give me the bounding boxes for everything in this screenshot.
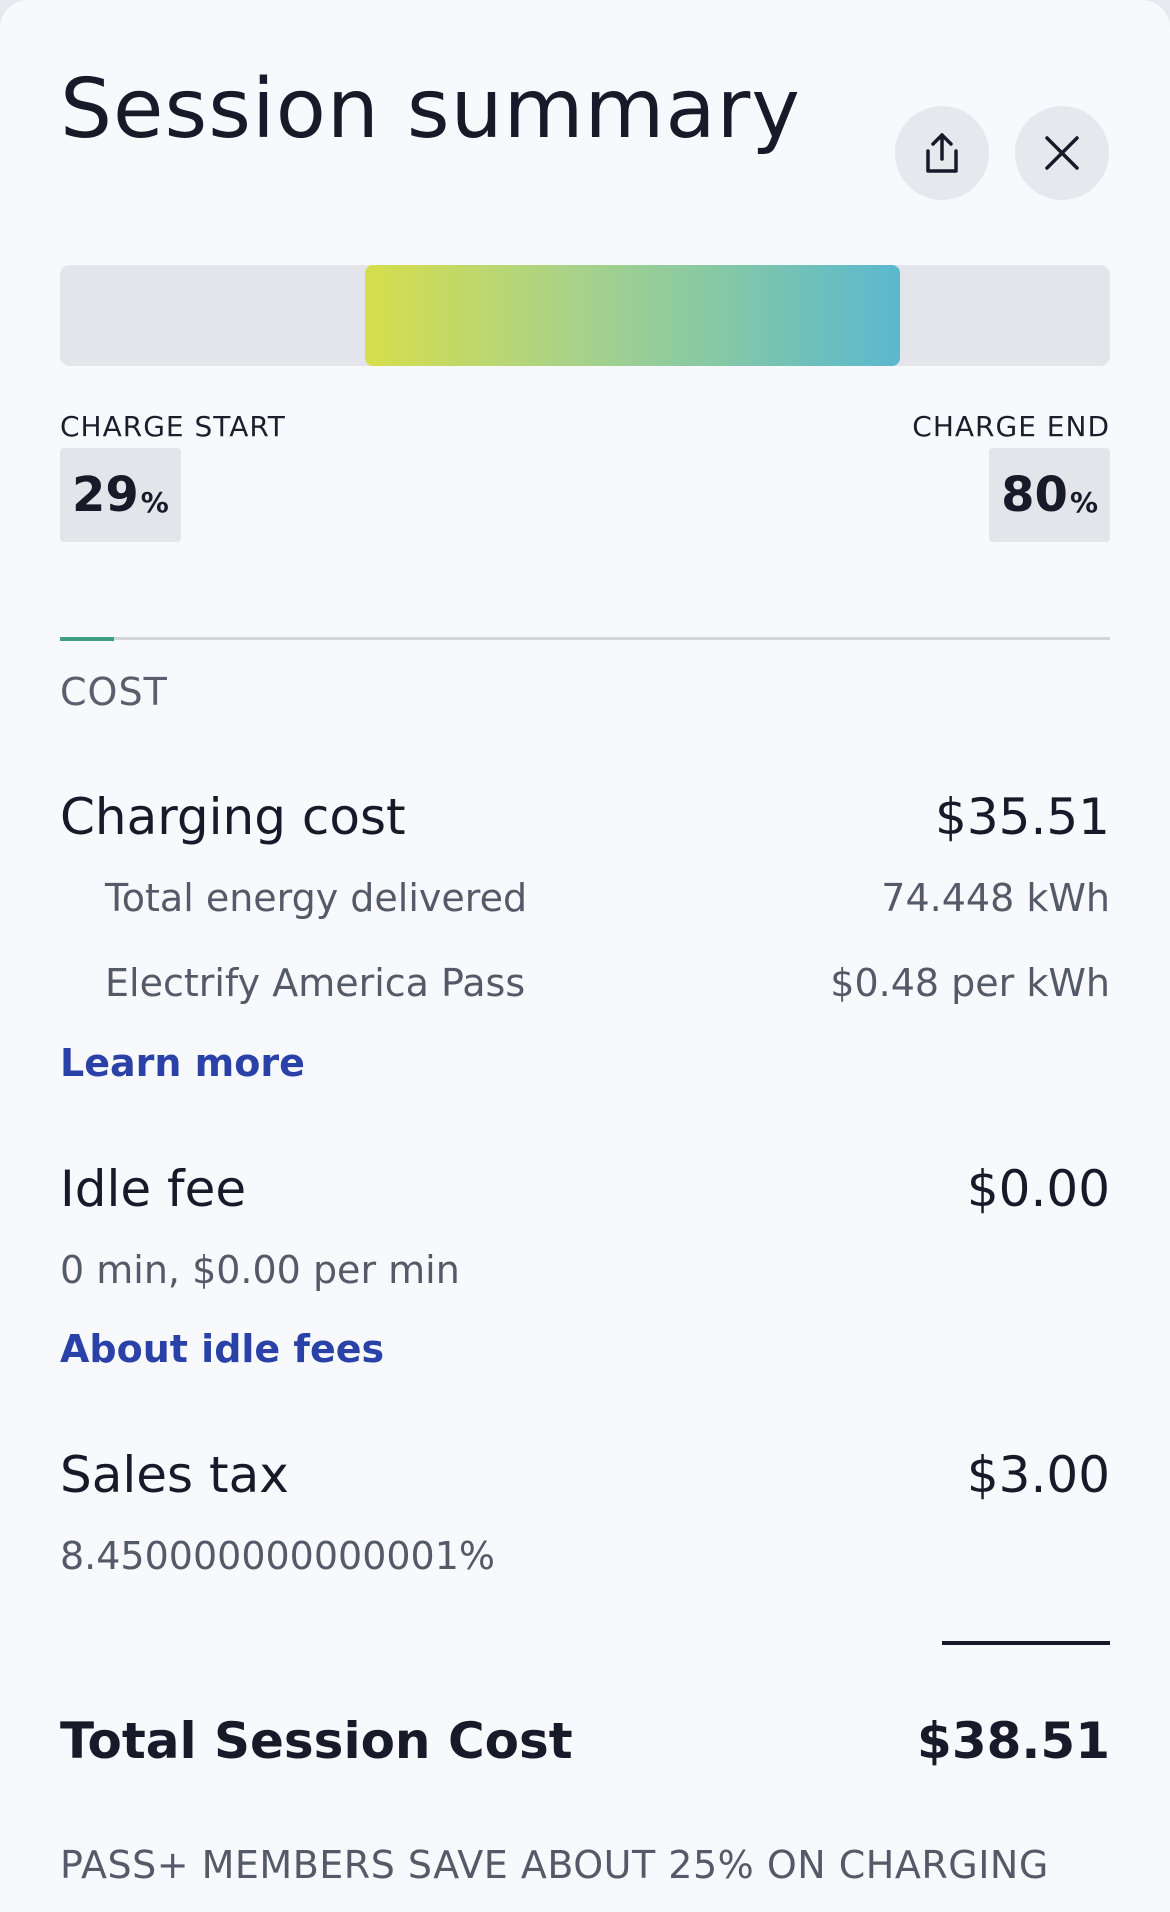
session-summary-sheet: Session summary CHARGE START CHARGE END … [0,0,1170,1912]
pricing-plan-value: $0.48 per kWh [830,961,1110,1005]
learn-more-link[interactable]: Learn more [60,1041,305,1085]
idle-fee-value: $0.00 [966,1160,1110,1218]
close-button[interactable] [1015,106,1109,200]
sales-tax-value: $3.00 [966,1446,1110,1504]
total-session-cost-label: Total Session Cost [60,1712,573,1770]
total-session-cost-value: $38.51 [917,1712,1110,1770]
total-rule [942,1641,1110,1645]
section-divider [60,637,1110,641]
sales-tax-label: Sales tax [60,1446,289,1504]
cost-section-label: COST [60,670,168,714]
energy-delivered-value: 74.448 kWh [881,876,1110,920]
charge-end-number: 80 [1001,467,1068,523]
idle-fee-label: Idle fee [60,1160,247,1218]
charge-end-label: CHARGE END [912,410,1110,443]
charging-cost-value: $35.51 [935,788,1110,846]
charge-end-value: 80% [989,448,1110,542]
pricing-plan-label: Electrify America Pass [105,961,526,1005]
energy-delivered-label: Total energy delivered [105,876,528,920]
charge-range-bar [60,265,1110,366]
percent-unit: % [140,485,169,519]
charge-start-value: 29% [60,448,181,542]
page-title: Session summary [60,62,801,157]
charge-start-label: CHARGE START [60,410,286,443]
pass-plus-promo: PASS+ MEMBERS SAVE ABOUT 25% ON CHARGING [60,1843,1049,1887]
close-icon [1045,136,1079,170]
percent-unit: % [1069,485,1098,519]
charge-start-number: 29 [72,467,139,523]
sales-tax-rate: 8.450000000000001% [60,1534,496,1578]
share-button[interactable] [895,106,989,200]
share-icon [926,133,958,173]
about-idle-fees-link[interactable]: About idle fees [60,1327,384,1371]
charge-range-fill [364,265,900,366]
divider-accent [60,637,114,641]
charging-cost-label: Charging cost [60,788,406,846]
idle-fee-detail: 0 min, $0.00 per min [60,1248,460,1292]
